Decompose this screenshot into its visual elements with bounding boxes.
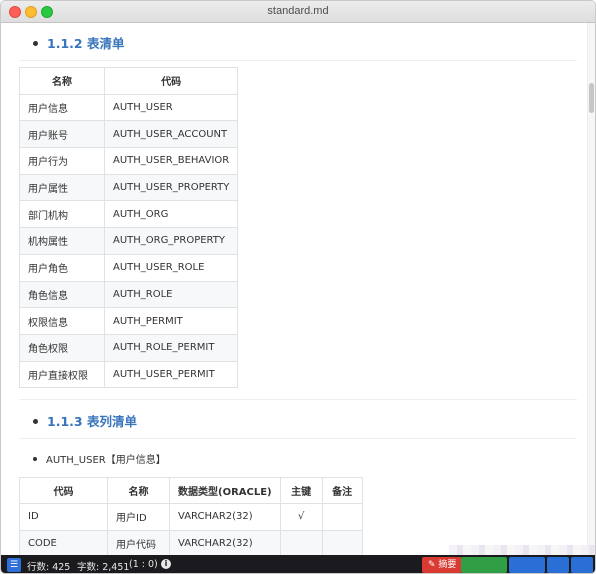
- table-cell: 用户行为: [19, 147, 105, 175]
- subsection-label: AUTH_USER【用户信息】: [46, 455, 166, 466]
- column-list-table: 代码 名称 数据类型(ORACLE) 主键 备注 ID 用户ID VARCHAR…: [19, 477, 363, 555]
- table-cell: ID: [19, 503, 108, 531]
- table-cell: AUTH_USER_PROPERTY: [103, 173, 239, 202]
- table-cell: 权限信息: [19, 307, 105, 335]
- table-cell: AUTH_ROLE_PERMIT: [103, 333, 239, 362]
- table-cell: CODE: [19, 529, 108, 555]
- table-cell: 用户ID: [107, 503, 170, 531]
- cursor-position: (1 : 0): [129, 559, 158, 570]
- app-window: standard.md 1.1.2 表清单 名称 代码 用户信息 AUTH_USE…: [0, 0, 596, 574]
- title-bar: standard.md: [1, 1, 595, 23]
- divider: [19, 60, 577, 61]
- table-cell: AUTH_ORG: [103, 200, 239, 229]
- divider: [19, 399, 577, 400]
- table-list-table: 名称 代码 用户信息 AUTH_USER 用户账号 AUTH_USER_ACCOUN…: [19, 67, 239, 389]
- table-cell: AUTH_USER: [103, 93, 239, 122]
- table-row: 部门机构 AUTH_ORG: [19, 200, 239, 229]
- char-count: 字数: 2,451: [77, 562, 130, 573]
- table-header-cell: 代码: [19, 477, 108, 504]
- table-subsection-item: AUTH_USER【用户信息】: [33, 451, 166, 466]
- table-row: 机构属性 AUTH_ORG_PROPERTY: [19, 227, 239, 255]
- scrollbar-thumb[interactable]: [589, 83, 594, 113]
- table-header-row: 名称 代码: [19, 67, 239, 95]
- table-cell: 角色信息: [19, 280, 105, 309]
- table-header-cell: 备注: [321, 477, 363, 504]
- table-row: 用户账号 AUTH_USER_ACCOUNT: [19, 120, 239, 149]
- table-row: 角色信息 AUTH_ROLE: [19, 280, 239, 309]
- table-cell: VARCHAR2(32): [169, 503, 281, 531]
- table-cell: 机构属性: [19, 227, 105, 255]
- table-row: ID 用户ID VARCHAR2(32) √: [19, 503, 363, 531]
- line-count: 行数: 425: [27, 562, 71, 573]
- table-cell: [321, 529, 363, 555]
- table-row: 用户信息 AUTH_USER: [19, 93, 239, 122]
- summary-button-label: 摘要: [438, 560, 457, 570]
- sidebar-toggle-icon[interactable]: ☰: [7, 558, 21, 572]
- table-header-cell: 名称: [107, 477, 170, 504]
- table-row: 用户角色 AUTH_USER_ROLE: [19, 253, 239, 282]
- table-row: 用户直接权限 AUTH_USER_PERMIT: [19, 360, 239, 389]
- section-heading-column-list: 1.1.3 表列清单: [33, 411, 137, 430]
- table-cell: 用户代码: [107, 529, 170, 555]
- table-header-cell: 数据类型(ORACLE): [169, 477, 281, 504]
- table-cell: 用户直接权限: [19, 360, 105, 389]
- summary-button[interactable]: ✎ 摘要: [422, 557, 463, 573]
- table-cell: 部门机构: [19, 200, 105, 229]
- bullet-icon: [33, 457, 37, 461]
- table-header-row: 代码 名称 数据类型(ORACLE) 主键 备注: [19, 477, 363, 504]
- status-green-button[interactable]: [461, 557, 507, 573]
- pencil-icon: ✎: [428, 560, 439, 570]
- table-cell: 用户账号: [19, 120, 105, 149]
- table-row: 权限信息 AUTH_PERMIT: [19, 307, 239, 335]
- table-row: 角色权限 AUTH_ROLE_PERMIT: [19, 333, 239, 362]
- table-header-cell: 名称: [19, 67, 105, 95]
- table-cell: AUTH_USER_BEHAVIOR: [103, 147, 239, 175]
- table-cell: AUTH_ROLE: [103, 280, 239, 309]
- table-cell: 用户信息: [19, 93, 105, 122]
- table-cell: [279, 529, 323, 555]
- status-blue-button[interactable]: [571, 557, 593, 573]
- divider: [19, 438, 577, 439]
- table-cell: AUTH_USER_PERMIT: [103, 360, 239, 389]
- bullet-icon: [33, 419, 38, 424]
- section-heading-text: 1.1.3 表列清单: [47, 414, 137, 429]
- status-blue-button[interactable]: [547, 557, 569, 573]
- table-cell: AUTH_PERMIT: [103, 307, 239, 335]
- table-row: CODE 用户代码 VARCHAR2(32): [19, 529, 363, 555]
- table-cell: 角色权限: [19, 333, 105, 362]
- section-heading-text: 1.1.2 表清单: [47, 36, 125, 51]
- table-cell: [321, 503, 363, 531]
- table-cell: VARCHAR2(32): [169, 529, 281, 555]
- status-bar: ☰ 行数: 425 字数: 2,451 (1 : 0) i ✎ 摘要: [1, 555, 595, 573]
- section-heading-table-list: 1.1.2 表清单: [33, 33, 124, 52]
- vertical-scrollbar[interactable]: [587, 23, 595, 555]
- table-row: 用户属性 AUTH_USER_PROPERTY: [19, 173, 239, 202]
- window-title: standard.md: [267, 5, 329, 17]
- primary-key-checkmark: √: [279, 503, 323, 531]
- table-header-cell: 主键: [279, 477, 323, 504]
- table-header-cell: 代码: [103, 67, 239, 95]
- table-cell: 用户属性: [19, 173, 105, 202]
- table-cell: AUTH_ORG_PROPERTY: [103, 227, 239, 255]
- editor-content[interactable]: 1.1.2 表清单 名称 代码 用户信息 AUTH_USER 用户账号 AUTH_U…: [1, 23, 589, 555]
- table-cell: AUTH_USER_ACCOUNT: [103, 120, 239, 149]
- info-icon[interactable]: i: [161, 559, 171, 569]
- bullet-icon: [33, 41, 38, 46]
- table-cell: 用户角色: [19, 253, 105, 282]
- status-blue-button[interactable]: [509, 557, 545, 573]
- table-cell: AUTH_USER_ROLE: [103, 253, 239, 282]
- table-row: 用户行为 AUTH_USER_BEHAVIOR: [19, 147, 239, 175]
